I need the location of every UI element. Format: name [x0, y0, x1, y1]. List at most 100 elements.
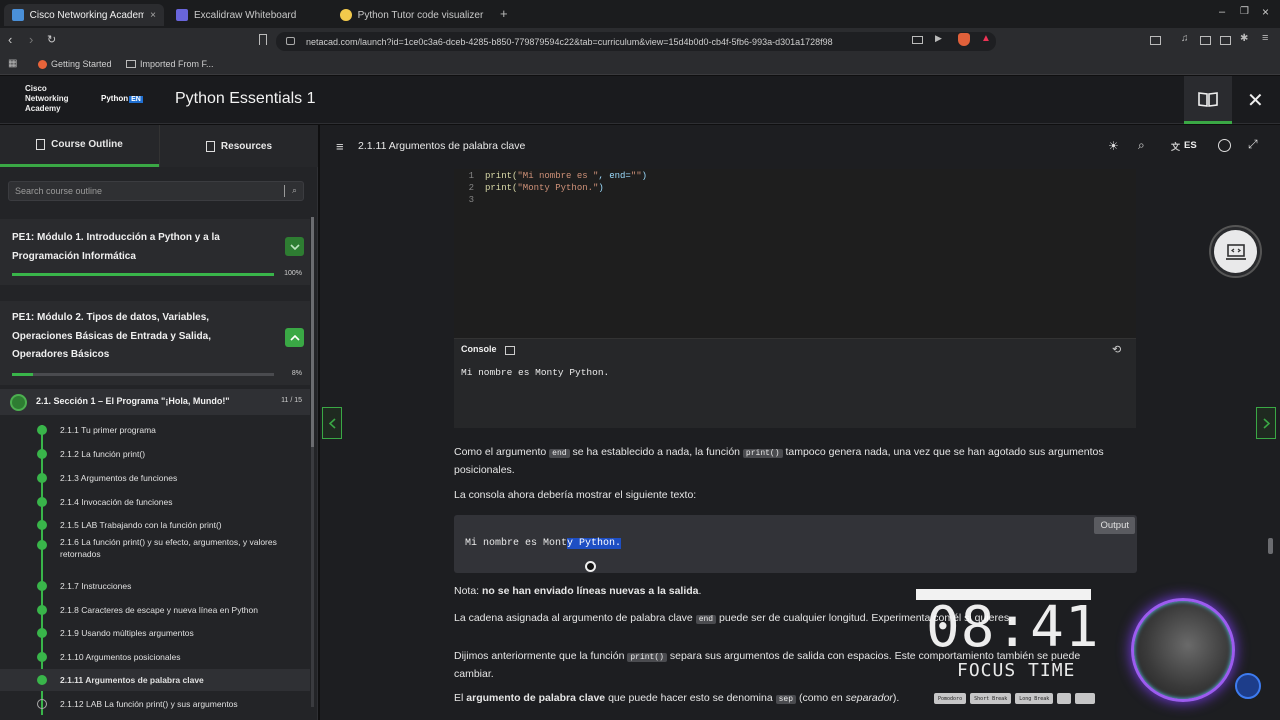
- text: Dijimos anteriormente que la función: [454, 650, 628, 662]
- menu-icon[interactable]: ≡: [336, 139, 344, 154]
- outline-icon: [36, 139, 46, 150]
- open-book-button[interactable]: [1184, 76, 1232, 124]
- accessibility-icon[interactable]: [1218, 139, 1231, 152]
- focus-label: FOCUS TIME: [957, 660, 1076, 681]
- bookmark-getting-started[interactable]: Getting Started: [38, 59, 112, 69]
- sidebar-lesson-item[interactable]: 2.1.12 LAB La función print() y sus argu…: [0, 693, 310, 715]
- lesson-label: 2.1.5 LAB Trabajando con la función prin…: [60, 520, 222, 530]
- excalidraw-favicon-icon: [176, 9, 188, 21]
- webcam-overlay: [1131, 598, 1235, 702]
- lesson-title: 2.1.11 Argumentos de palabra clave: [358, 140, 526, 152]
- tab-label: Cisco Networking Academy: P: [29, 9, 145, 21]
- sidebar-lesson-item[interactable]: 2.1.1 Tu primer programa: [0, 419, 310, 441]
- text: ).: [892, 692, 900, 704]
- sidebar-lesson-item[interactable]: 2.1.3 Argumentos de funciones: [0, 467, 310, 489]
- search-icon[interactable]: ⌕: [292, 185, 297, 196]
- sidebar-scrollbar[interactable]: [311, 217, 314, 707]
- browser-tab-netacad[interactable]: Cisco Networking Academy: P ×: [4, 4, 164, 26]
- lesson-complete-icon: [37, 540, 47, 550]
- module-title: PE1: Módulo 2. Tipos de datos, Variables…: [12, 312, 211, 360]
- minimize-icon[interactable]: –: [1219, 6, 1225, 18]
- close-tab-icon[interactable]: ×: [150, 10, 156, 21]
- language-selector[interactable]: 文 ES: [1171, 140, 1197, 153]
- screen-icon[interactable]: [912, 36, 923, 44]
- mode-pomodoro[interactable]: Pomodoro: [934, 693, 967, 704]
- forward-icon[interactable]: ›: [29, 32, 33, 47]
- brightness-icon[interactable]: ☀: [1108, 139, 1119, 153]
- cisco-logo[interactable]: Cisco Networking Academy: [25, 84, 85, 114]
- sidebar-lesson-item[interactable]: 2.1.10 Argumentos posicionales: [0, 646, 310, 668]
- code-token: "Mi nombre es ": [517, 171, 599, 181]
- reload-icon[interactable]: ↻: [47, 33, 56, 46]
- lab-launcher-button[interactable]: [1209, 225, 1262, 278]
- sidebar-lesson-item[interactable]: 2.1.4 Invocación de funciones: [0, 491, 310, 513]
- search-icon[interactable]: ⌕: [1138, 138, 1145, 153]
- brave-shield-icon[interactable]: [958, 33, 970, 46]
- bold-text: argumento de palabra clave: [466, 692, 606, 704]
- previous-page-button[interactable]: [322, 407, 342, 439]
- section-count: 11 / 15: [281, 397, 302, 404]
- bookmark-imported[interactable]: Imported From F...: [126, 59, 214, 69]
- tab-course-outline[interactable]: Course Outline: [0, 125, 159, 167]
- expand-icon[interactable]: ⤢: [1248, 137, 1258, 152]
- code-line: 3: [454, 194, 1136, 206]
- reset-console-icon[interactable]: ⟲: [1112, 343, 1121, 356]
- search-input[interactable]: Search course outline ⌕: [8, 181, 304, 201]
- rewards-icon[interactable]: ▲: [981, 33, 991, 44]
- sidebar-lesson-item[interactable]: 2.1.7 Instrucciones: [0, 575, 310, 597]
- sidebar-toggle-icon[interactable]: [1150, 36, 1161, 45]
- new-tab-icon[interactable]: +: [500, 6, 508, 21]
- next-page-button[interactable]: [1256, 407, 1276, 439]
- code-editor[interactable]: 1 print("Mi nombre es ", end="") 2 print…: [454, 169, 1136, 343]
- lesson-toolbar: ≡ 2.1.11 Argumentos de palabra clave ☀ ⌕…: [320, 125, 1280, 169]
- chevron-down-icon[interactable]: [285, 237, 304, 256]
- lesson-complete-icon: [37, 449, 47, 459]
- browser-tab-bar: Cisco Networking Academy: P × Excalidraw…: [0, 0, 1280, 28]
- wallet-icon[interactable]: [1220, 36, 1231, 45]
- scroll-thumb[interactable]: [311, 217, 314, 447]
- url-field[interactable]: netacad.com/launch?id=1ce0c3a6-dceb-4285…: [276, 32, 996, 51]
- code-text: print("Monty Python."): [485, 182, 604, 194]
- browser-tab-pythontutor[interactable]: Python Tutor code visualizer: Visu: [332, 4, 492, 26]
- book-icon: [1198, 91, 1218, 107]
- bookmark-icon[interactable]: [259, 34, 267, 45]
- back-icon[interactable]: ‹: [8, 32, 12, 47]
- lesson-complete-icon: [37, 605, 47, 615]
- sidebar-lesson-item[interactable]: 2.1.11 Argumentos de palabra clave: [0, 669, 310, 691]
- module-2[interactable]: PE1: Módulo 2. Tipos de datos, Variables…: [0, 301, 310, 385]
- code-text: print("Mi nombre es ", end=""): [485, 170, 647, 182]
- browser-tab-excalidraw[interactable]: Excalidraw Whiteboard: [168, 4, 328, 26]
- text: Nota:: [454, 585, 483, 597]
- sidebar-lesson-item[interactable]: 2.1.6 La función print() y su efecto, ar…: [0, 531, 310, 567]
- inline-code: end: [549, 449, 570, 458]
- reading-icon[interactable]: [1200, 36, 1211, 45]
- chevron-up-icon[interactable]: [285, 328, 304, 347]
- close-window-icon[interactable]: ×: [1262, 5, 1269, 19]
- sidebar-lesson-item[interactable]: 2.1.2 La función print(): [0, 443, 310, 465]
- text: .: [698, 585, 702, 597]
- extensions-icon[interactable]: ✱: [1240, 33, 1248, 44]
- sidebar-lesson-item[interactable]: 2.1.8 Caracteres de escape y nueva línea…: [0, 599, 310, 621]
- site-info-icon[interactable]: [286, 37, 295, 45]
- restore-icon[interactable]: ❐: [1240, 6, 1249, 17]
- apps-grid-icon[interactable]: ▦: [8, 58, 17, 69]
- content-scrollbar[interactable]: [1268, 538, 1273, 554]
- tab-label: Excalidraw Whiteboard: [194, 9, 297, 21]
- music-icon[interactable]: ♫: [1181, 33, 1189, 44]
- section-header[interactable]: 2.1. Sección 1 – El Programa "¡Hola, Mun…: [0, 389, 310, 415]
- play-icon[interactable]: ▶: [935, 33, 942, 44]
- lesson-label: 2.1.12 LAB La función print() y sus argu…: [60, 699, 238, 709]
- timer-settings-icon[interactable]: [1057, 693, 1072, 704]
- lesson-complete-icon: [37, 652, 47, 662]
- close-course-icon[interactable]: ✕: [1247, 88, 1264, 113]
- mode-short-break[interactable]: Short Break: [970, 693, 1012, 704]
- module-1[interactable]: PE1: Módulo 1. Introducción a Python y a…: [0, 219, 310, 285]
- bookmark-label: Imported From F...: [140, 59, 214, 69]
- menu-icon[interactable]: ≡: [1262, 32, 1268, 44]
- brand-line: Cisco: [25, 84, 47, 93]
- mode-long-break[interactable]: Long Break: [1015, 693, 1054, 704]
- tab-resources[interactable]: Resources: [159, 125, 318, 167]
- timer-play-icon[interactable]: [1075, 693, 1096, 704]
- sidebar-lesson-item[interactable]: 2.1.9 Usando múltiples argumentos: [0, 622, 310, 644]
- bookmarks-bar: ▦ Getting Started Imported From F...: [0, 54, 1280, 75]
